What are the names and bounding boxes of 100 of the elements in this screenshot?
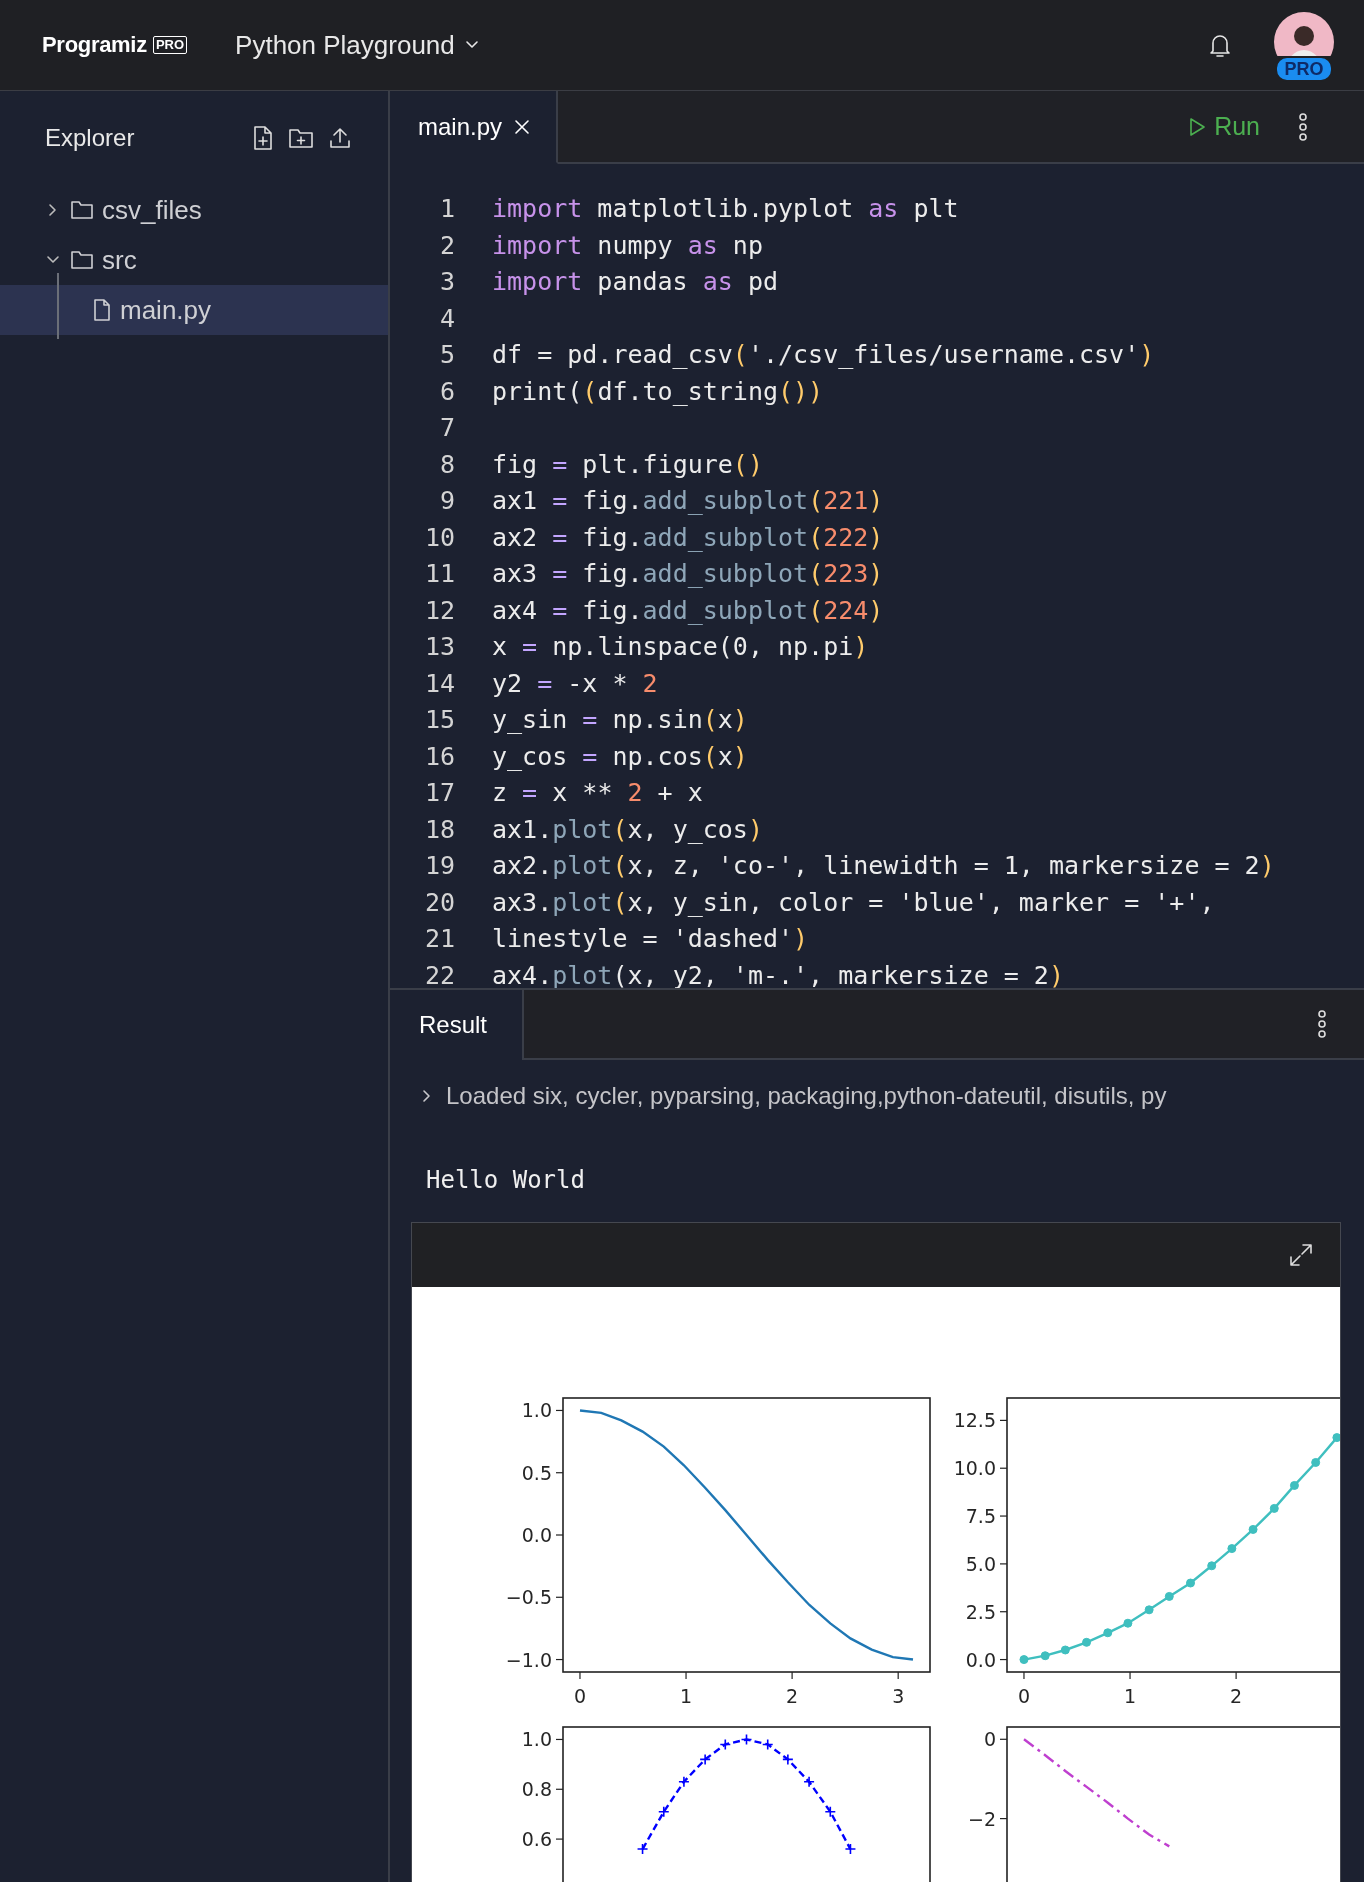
point (761, 1738, 774, 1751)
folder-item[interactable]: csv_files (0, 185, 388, 235)
tick-label: 5.0 (965, 1552, 996, 1575)
result-tab[interactable]: Result (390, 990, 524, 1060)
file-icon (92, 298, 112, 322)
code-line: ax1.plot(x, y_cos) (492, 814, 763, 845)
code-line: df = pd.read_csv('./csv_files/username.csv') (492, 340, 1155, 371)
code-line: fig = plt.figure() (492, 449, 763, 480)
point (1207, 1561, 1217, 1571)
chevron-right-icon[interactable] (422, 1088, 432, 1104)
code-line: y2 = -x * 2 (492, 668, 658, 699)
play-icon (1188, 115, 1207, 138)
point (1227, 1544, 1237, 1554)
line-number: 6 (438, 376, 455, 407)
point (782, 1753, 794, 1766)
tick-label: 1.0 (521, 1399, 552, 1422)
line-number: 3 (438, 267, 455, 298)
line-number: 15 (423, 705, 455, 736)
tick-label: 0.6 (521, 1828, 552, 1851)
line-number: 8 (438, 449, 455, 480)
point (1123, 1618, 1133, 1628)
new-folder-icon[interactable] (288, 127, 314, 149)
tick-label: 2.5 (965, 1600, 996, 1623)
line-number: 10 (423, 522, 455, 553)
point (1082, 1637, 1092, 1647)
line-number: 14 (423, 668, 455, 699)
line-number: 5 (438, 340, 455, 371)
tick-label: 0 (573, 1685, 586, 1707)
tick-label: 3 (892, 1685, 905, 1707)
point (699, 1753, 711, 1766)
code-line: linestyle = 'dashed') (492, 924, 809, 955)
point (1060, 1645, 1070, 1655)
log-message: Loaded six, cycler, pyparsing, packaging,python-dateutil, disutils, py (446, 1082, 1167, 1110)
panel-title: Explorer (45, 124, 136, 152)
tick-label: −1.0 (505, 1648, 552, 1671)
tick-label: 2 (786, 1685, 799, 1707)
code-line: import matplotlib.pyplot as plt (492, 194, 959, 225)
line-number: 21 (423, 924, 455, 955)
tick-label: −2 (968, 1807, 996, 1830)
code-line: y_cos = np.cos(x) (492, 741, 748, 772)
folder-icon (70, 200, 94, 220)
more-options-icon[interactable] (1317, 1009, 1327, 1039)
file-tab[interactable]: main.py (390, 91, 559, 164)
new-file-icon[interactable] (252, 125, 274, 151)
brand-logo[interactable]: Programiz (42, 32, 147, 58)
point (803, 1776, 815, 1788)
line-number: 9 (438, 486, 455, 517)
tick-label: 0 (1017, 1685, 1030, 1707)
code-line: ax2 = fig.add_subplot(222) (492, 522, 884, 553)
file-item[interactable]: main.py (0, 285, 388, 335)
folder-item[interactable]: src (0, 235, 388, 285)
point (1019, 1655, 1029, 1665)
point (678, 1776, 690, 1788)
line-number: 4 (438, 303, 455, 334)
point (740, 1733, 753, 1746)
line-number: 2 (438, 230, 455, 261)
code-line: ax2.plot(x, z, 'co-', linewidth = 1, markersize = 2) (492, 851, 1275, 882)
point (1144, 1605, 1154, 1615)
point (1289, 1480, 1299, 1490)
point (636, 1843, 649, 1855)
line-number: 19 (423, 851, 455, 882)
tick-label: 10.0 (953, 1457, 996, 1480)
line-number: 12 (423, 595, 455, 626)
code-line: ax1 = fig.add_subplot(221) (492, 486, 884, 517)
point (1103, 1628, 1113, 1638)
tick-label: 0.8 (521, 1778, 552, 1801)
project-menu[interactable]: Python Playground (235, 25, 479, 65)
code-line: import numpy as np (492, 230, 763, 261)
line-number: 18 (423, 814, 455, 845)
pro-label: PRO (152, 36, 188, 54)
code-line: y_sin = np.sin(x) (492, 705, 748, 736)
more-options-icon[interactable] (1298, 111, 1308, 142)
code-line: x = np.linspace(0, np.pi) (492, 632, 869, 663)
code-line: print((df.to_string()) (492, 376, 824, 407)
line-number: 20 (423, 887, 455, 918)
point (1248, 1524, 1258, 1534)
code-line: z = x ** 2 + x (492, 778, 703, 809)
code-line: ax4 = fig.add_subplot(224) (492, 595, 884, 626)
point (1311, 1457, 1321, 1467)
upload-icon[interactable] (328, 126, 352, 150)
line-number: 7 (438, 413, 455, 444)
pro-badge: PRO (1275, 56, 1333, 82)
code-line: ax3.plot(x, y_sin, color = 'blue', marker = '+', (492, 887, 1215, 918)
tick-label: 0 (983, 1728, 996, 1751)
run-button[interactable]: Run (1184, 108, 1264, 145)
expand-icon[interactable] (1288, 1242, 1314, 1268)
point (844, 1843, 857, 1855)
line-number: 11 (423, 559, 455, 590)
tick-label: 0.0 (965, 1648, 996, 1671)
tick-label: 7.5 (965, 1505, 996, 1528)
code-line: import pandas as pd (492, 267, 778, 298)
point (824, 1805, 837, 1818)
close-icon[interactable] (514, 118, 531, 135)
code-line: ax4.plot(x, y2, 'm-.', markersize = 2) (492, 960, 1064, 988)
point (1332, 1433, 1340, 1443)
line-number: 22 (423, 960, 455, 988)
tick-label: 2 (1230, 1685, 1243, 1707)
tick-label: 1 (1124, 1685, 1137, 1707)
line-number: 13 (423, 632, 455, 663)
output-text: Hello World (426, 1166, 585, 1194)
